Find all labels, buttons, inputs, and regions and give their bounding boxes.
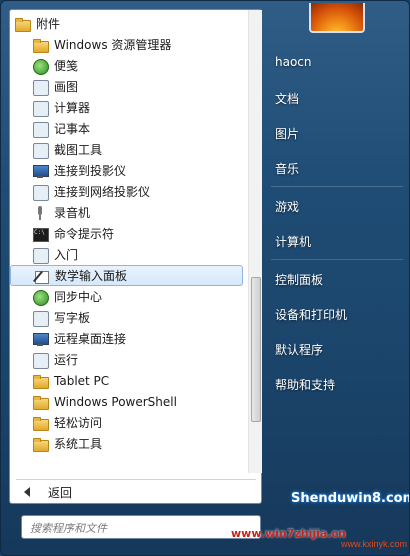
paint-icon: [32, 79, 49, 96]
right-item-games[interactable]: 游戏: [275, 198, 299, 215]
right-item-documents[interactable]: 文档: [275, 90, 299, 107]
folder-tablet-pc[interactable]: Tablet PC: [10, 370, 246, 391]
right-pane-separator: [271, 259, 403, 260]
right-item-computer[interactable]: 计算机: [275, 233, 311, 250]
folder-windows-powershell[interactable]: Windows PowerShell: [10, 391, 246, 412]
folder-system-tools[interactable]: 系统工具: [10, 433, 246, 454]
program-list-scrollbar[interactable]: [248, 10, 262, 473]
program-label: 运行: [54, 353, 79, 367]
program-label: 命令提示符: [54, 227, 115, 241]
watermark-sub: www.kxinyk.com: [341, 539, 408, 549]
notepad-icon: [32, 121, 49, 138]
watermark-url: www.win7zhijia.cn: [231, 527, 346, 540]
program-list: 附件 Windows 资源管理器 便笺 画图 计算器 记事本 截图工具 连接到投…: [10, 10, 246, 473]
program-label: 写字板: [54, 311, 91, 325]
program-label: 数学输入面板: [55, 269, 128, 283]
program-label: 记事本: [54, 122, 91, 136]
divider: [16, 479, 256, 480]
program-label: 连接到网络投影仪: [54, 185, 151, 199]
back-arrow-icon: [24, 487, 30, 497]
program-notepad[interactable]: 记事本: [10, 118, 246, 139]
program-getting-started[interactable]: 入门: [10, 244, 246, 265]
program-label: 截图工具: [54, 143, 103, 157]
program-label: 入门: [54, 248, 79, 262]
folder-ease-of-access[interactable]: 轻松访问: [10, 412, 246, 433]
right-pane-separator: [271, 186, 403, 187]
program-label: 连接到投影仪: [54, 164, 127, 178]
search-input[interactable]: 搜索程序和文件: [21, 515, 261, 539]
folder-icon: [14, 16, 31, 32]
folder-icon: [32, 394, 49, 410]
program-wordpad[interactable]: 写字板: [10, 307, 246, 328]
program-sync-center[interactable]: 同步中心: [10, 286, 246, 307]
program-label: 录音机: [54, 206, 91, 220]
start-menu: 附件 Windows 资源管理器 便笺 画图 计算器 记事本 截图工具 连接到投…: [0, 0, 410, 556]
folder-icon: [32, 373, 49, 389]
program-label: 附件: [36, 17, 61, 31]
program-label: 计算器: [54, 101, 91, 115]
wordpad-icon: [32, 310, 49, 327]
right-item-devices-printers[interactable]: 设备和打印机: [275, 306, 347, 323]
right-item-pictures[interactable]: 图片: [275, 125, 299, 142]
projector-icon: [32, 163, 49, 179]
scrollbar-thumb[interactable]: [251, 277, 261, 422]
network-projector-icon: [32, 184, 49, 201]
program-label: 系统工具: [54, 437, 103, 451]
sticky-notes-icon: [32, 58, 49, 75]
program-label: 便笺: [54, 59, 79, 73]
user-picture[interactable]: [309, 3, 365, 33]
program-connect-projector[interactable]: 连接到投影仪: [10, 160, 246, 181]
right-item-user[interactable]: haocn: [275, 55, 312, 69]
back-button[interactable]: 返回: [16, 482, 256, 502]
program-math-input-panel[interactable]: 数学输入面板: [10, 265, 243, 286]
program-remote-desktop[interactable]: 远程桌面连接: [10, 328, 246, 349]
program-run[interactable]: 运行: [10, 349, 246, 370]
program-label: 画图: [54, 80, 79, 94]
program-sound-recorder[interactable]: 录音机: [10, 202, 246, 223]
program-label: 轻松访问: [54, 416, 103, 430]
right-item-default-programs[interactable]: 默认程序: [275, 341, 323, 358]
remote-desktop-icon: [32, 331, 49, 347]
sync-center-icon: [32, 289, 49, 306]
math-input-icon: [33, 268, 49, 284]
getting-started-icon: [32, 247, 49, 264]
program-snipping-tool[interactable]: 截图工具: [10, 139, 246, 160]
folder-icon: [32, 415, 49, 431]
watermark-logo: Shenduwin8.com: [291, 491, 410, 506]
program-label: Windows PowerShell: [54, 394, 177, 409]
folder-icon: [32, 436, 49, 452]
command-prompt-icon: [32, 226, 49, 242]
program-label: 远程桌面连接: [54, 332, 127, 346]
right-item-music[interactable]: 音乐: [275, 160, 299, 177]
program-paint[interactable]: 画图: [10, 76, 246, 97]
program-label: 同步中心: [54, 290, 103, 304]
snipping-tool-icon: [32, 142, 49, 159]
folder-accessories[interactable]: 附件: [10, 13, 246, 34]
program-command-prompt[interactable]: 命令提示符: [10, 223, 246, 244]
explorer-icon: [32, 37, 49, 53]
back-label: 返回: [48, 485, 73, 500]
calculator-icon: [32, 100, 49, 117]
program-label: Tablet PC: [54, 373, 110, 388]
program-network-projector[interactable]: 连接到网络投影仪: [10, 181, 246, 202]
program-windows-explorer[interactable]: Windows 资源管理器: [10, 34, 246, 55]
right-item-control-panel[interactable]: 控制面板: [275, 271, 323, 288]
program-label: Windows 资源管理器: [54, 38, 172, 52]
microphone-icon: [32, 205, 48, 221]
right-item-help-support[interactable]: 帮助和支持: [275, 376, 335, 393]
run-icon: [32, 352, 49, 369]
program-sticky-notes[interactable]: 便笺: [10, 55, 246, 76]
program-calculator[interactable]: 计算器: [10, 97, 246, 118]
search-placeholder: 搜索程序和文件: [30, 522, 107, 535]
programs-pane: 附件 Windows 资源管理器 便笺 画图 计算器 记事本 截图工具 连接到投…: [9, 9, 262, 504]
